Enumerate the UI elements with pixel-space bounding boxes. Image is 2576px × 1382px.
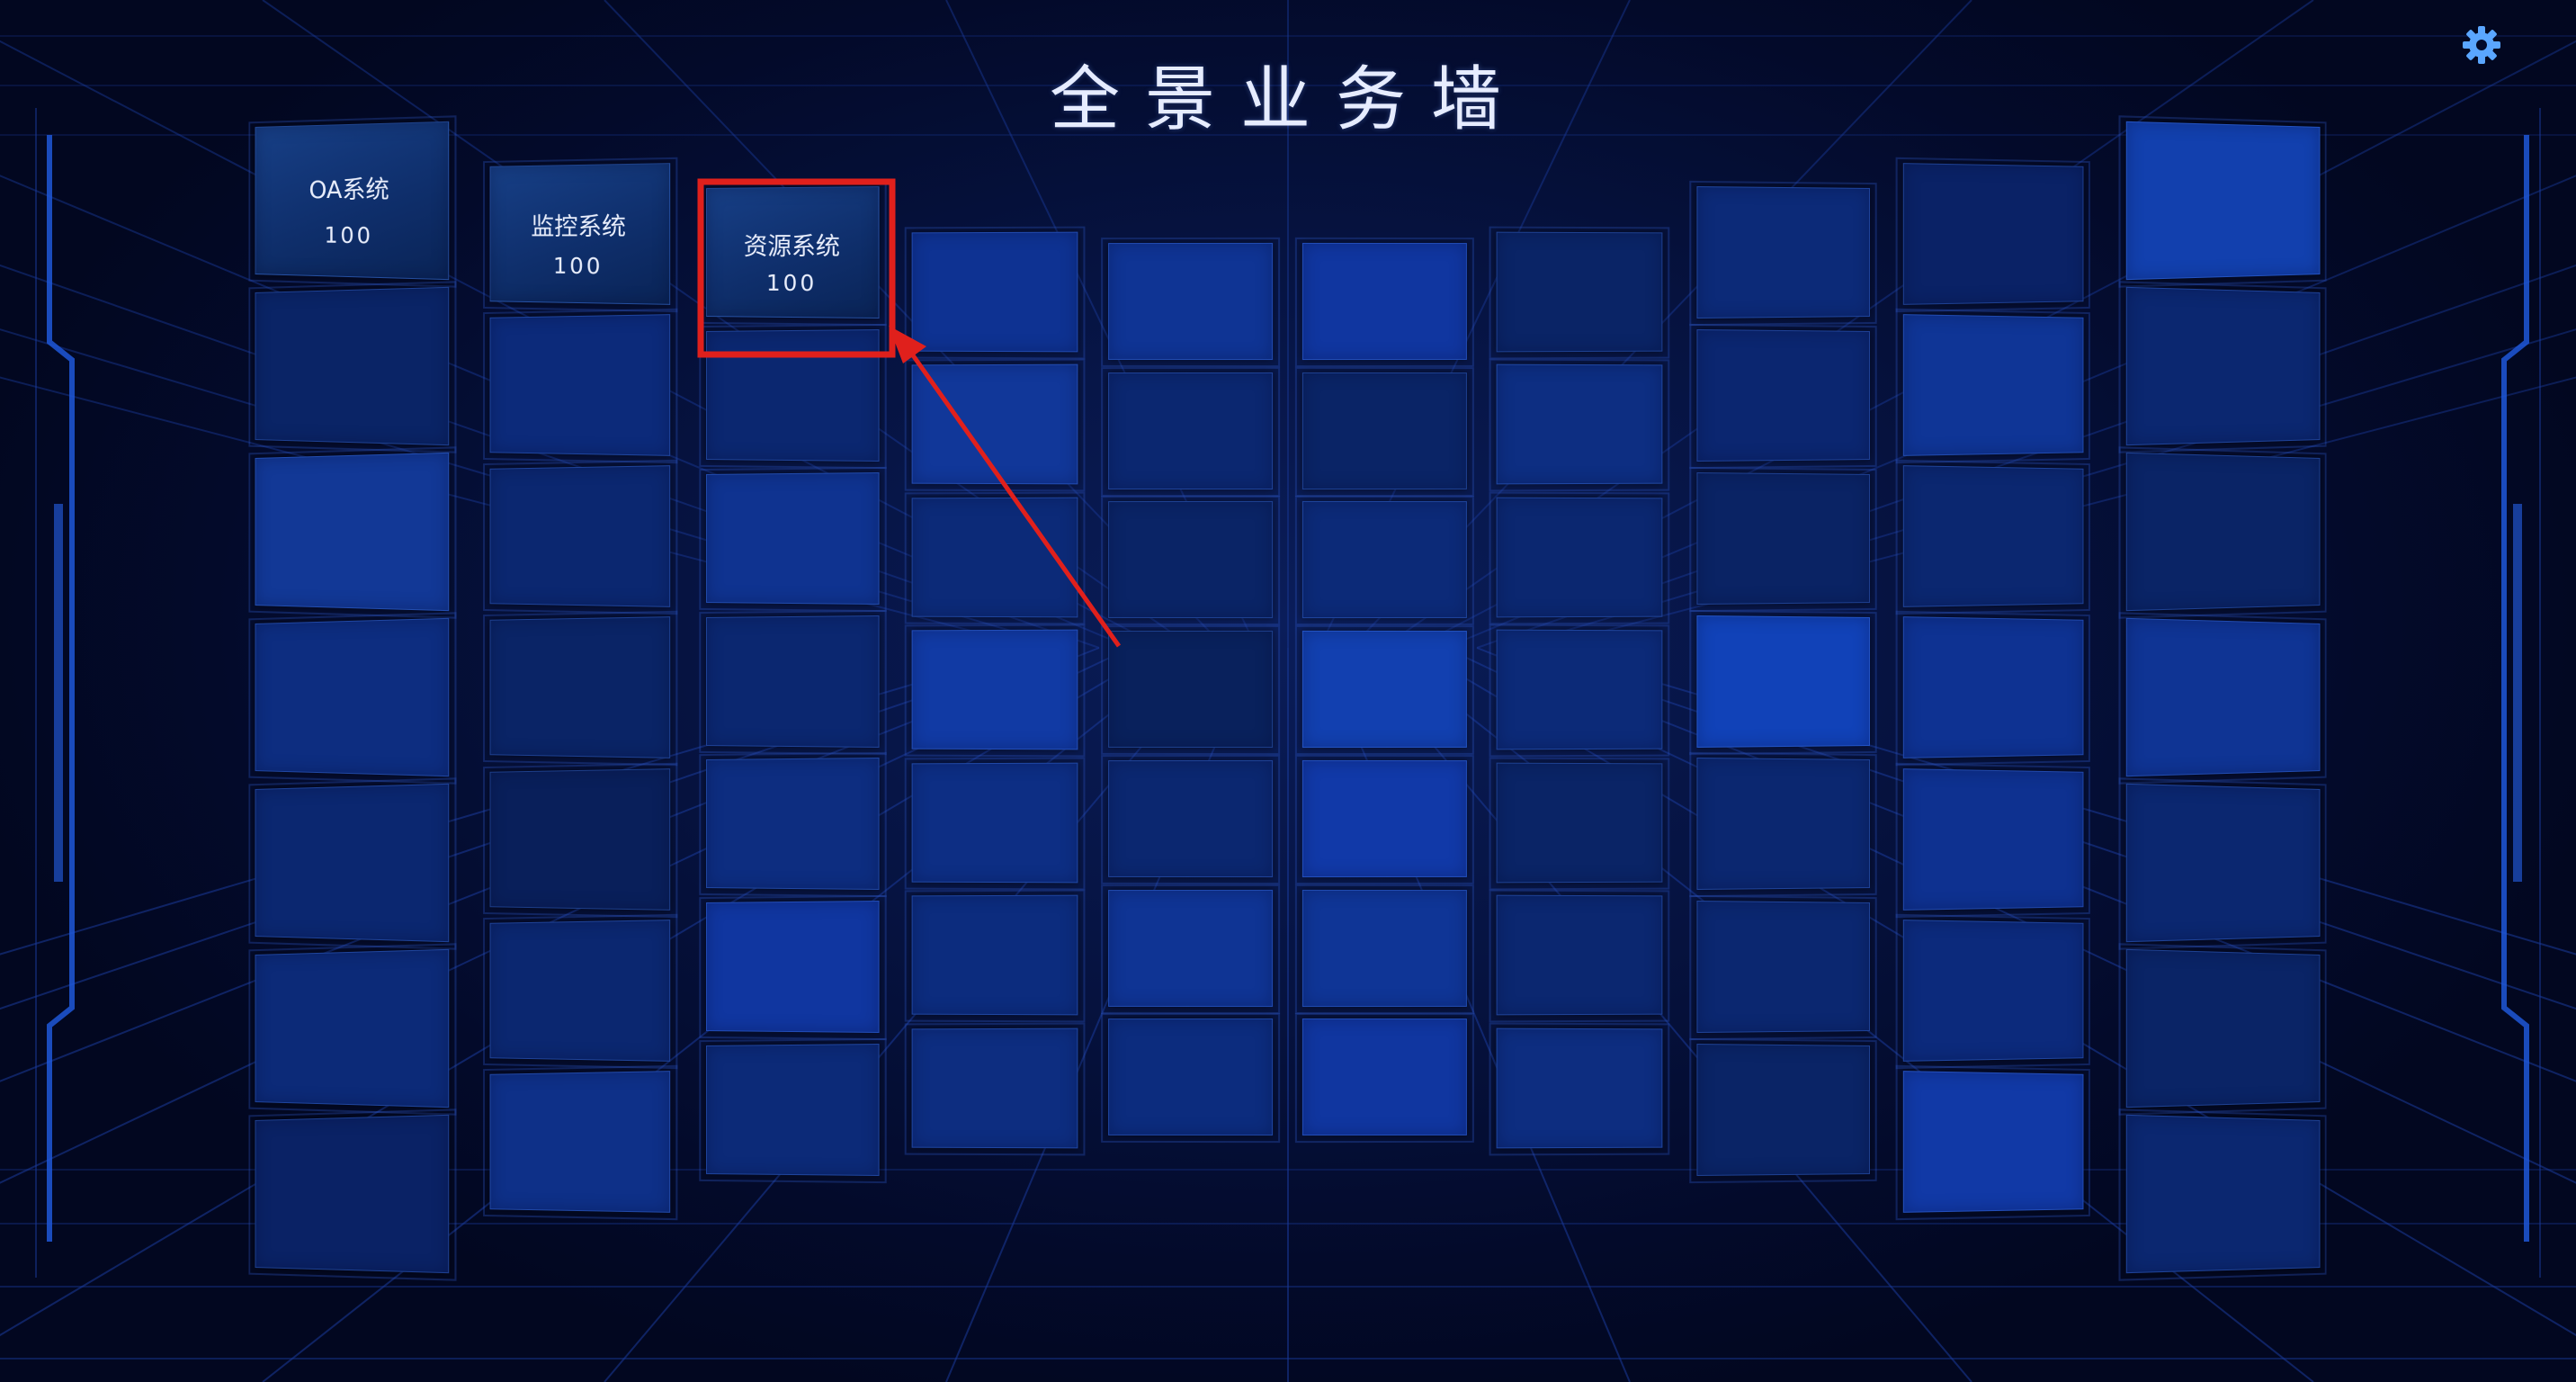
wall-tile[interactable] xyxy=(2125,783,2321,943)
wall-tile[interactable] xyxy=(1496,629,1663,751)
wall-tile[interactable] xyxy=(255,1114,450,1274)
wall-tile[interactable] xyxy=(1301,242,1467,360)
wall-tile[interactable] xyxy=(1696,1044,1870,1176)
wall-tile[interactable] xyxy=(1301,501,1467,619)
wall-tile[interactable] xyxy=(1301,889,1467,1007)
wall-tile[interactable] xyxy=(1108,759,1274,877)
wall-tile[interactable] xyxy=(1496,762,1663,884)
wall-tile[interactable] xyxy=(1108,242,1274,360)
wall-tile[interactable] xyxy=(1696,901,1870,1034)
wall-tile[interactable] xyxy=(706,1044,880,1176)
wall-tile[interactable] xyxy=(911,629,1078,751)
tile-value-label: 100 xyxy=(765,270,818,297)
wall-tile[interactable] xyxy=(911,762,1078,884)
wall-tile[interactable] xyxy=(1108,372,1274,489)
panorama-business-wall: 全景业务墙 OA系统 100 监控系统 100 资源系统 100 xyxy=(0,0,2576,1382)
wall-tile[interactable] xyxy=(489,616,671,759)
tile-name-label: 监控系统 xyxy=(531,212,626,241)
wall-tile[interactable] xyxy=(2125,1114,2321,1274)
tile-name-label: OA系统 xyxy=(309,175,389,205)
wall-tile[interactable] xyxy=(255,617,450,777)
wall-tile[interactable] xyxy=(255,948,450,1108)
wall-tile[interactable] xyxy=(1696,615,1870,748)
wall-tile[interactable] xyxy=(1301,631,1467,748)
wall-tile[interactable] xyxy=(1902,919,2084,1062)
wall-tile[interactable] xyxy=(1108,631,1274,748)
wall-tile[interactable] xyxy=(2125,617,2321,777)
wall-tile[interactable] xyxy=(1496,1028,1663,1149)
wall-tile[interactable] xyxy=(1902,314,2084,457)
wall-tile[interactable] xyxy=(1108,501,1274,619)
tile-name-label: 资源系统 xyxy=(743,232,840,261)
wall-tile[interactable] xyxy=(911,364,1078,486)
wall-tile[interactable] xyxy=(1496,497,1663,618)
tile-wall: OA系统 100 监控系统 100 资源系统 100 xyxy=(0,0,2576,1382)
wall-tile[interactable] xyxy=(706,758,880,891)
wall-tile[interactable] xyxy=(1108,1019,1274,1136)
wall-tile[interactable] xyxy=(489,465,671,608)
wall-tile[interactable] xyxy=(1496,894,1663,1016)
wall-tile[interactable] xyxy=(489,767,671,911)
wall-tile[interactable] xyxy=(255,783,450,943)
wall-tile[interactable] xyxy=(706,615,880,748)
wall-tile[interactable] xyxy=(1902,465,2084,608)
wall-tile[interactable] xyxy=(1496,364,1663,486)
wall-tile[interactable] xyxy=(1301,1019,1467,1136)
wall-tile[interactable] xyxy=(706,471,880,605)
wall-tile[interactable] xyxy=(1696,186,1870,319)
wall-tile[interactable] xyxy=(1902,767,2084,911)
wall-tile[interactable] xyxy=(2125,948,2321,1108)
wall-tile[interactable] xyxy=(706,901,880,1034)
wall-tile[interactable] xyxy=(911,1028,1078,1149)
wall-tile[interactable] xyxy=(1496,231,1663,353)
wall-tile[interactable] xyxy=(911,894,1078,1016)
wall-tile[interactable] xyxy=(1301,759,1467,877)
service-tile[interactable]: 资源系统 100 xyxy=(706,186,880,319)
wall-tile[interactable] xyxy=(1108,889,1274,1007)
wall-tile[interactable] xyxy=(255,452,450,612)
wall-tile[interactable] xyxy=(706,328,880,462)
wall-tile[interactable] xyxy=(2125,286,2321,446)
wall-tile[interactable] xyxy=(489,919,671,1062)
wall-tile[interactable] xyxy=(489,1070,671,1213)
tile-value-label: 100 xyxy=(552,253,604,280)
wall-tile[interactable] xyxy=(1902,616,2084,759)
service-tile[interactable]: 监控系统 100 xyxy=(489,163,671,306)
wall-tile[interactable] xyxy=(255,286,450,446)
wall-tile[interactable] xyxy=(911,231,1078,353)
wall-tile[interactable] xyxy=(1301,372,1467,489)
wall-tile[interactable] xyxy=(2125,452,2321,612)
wall-tile[interactable] xyxy=(2125,121,2321,281)
wall-tile[interactable] xyxy=(1902,163,2084,306)
wall-tile[interactable] xyxy=(1696,758,1870,891)
wall-tile[interactable] xyxy=(911,497,1078,618)
tile-value-label: 100 xyxy=(324,221,373,248)
service-tile[interactable]: OA系统 100 xyxy=(255,121,450,281)
wall-tile[interactable] xyxy=(1696,328,1870,462)
wall-tile[interactable] xyxy=(489,314,671,457)
wall-tile[interactable] xyxy=(1696,471,1870,605)
wall-tile[interactable] xyxy=(1902,1070,2084,1213)
